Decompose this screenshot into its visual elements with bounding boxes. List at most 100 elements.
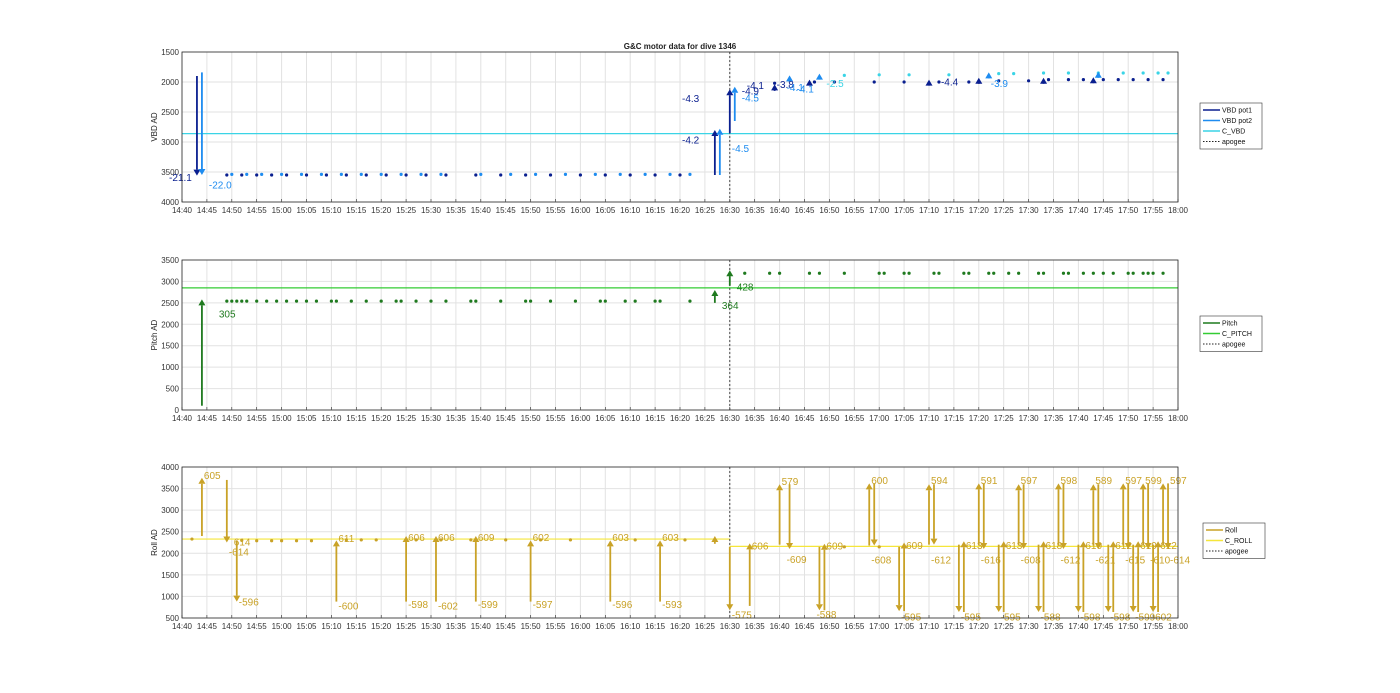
y-axis-label: VBD AD xyxy=(150,112,159,142)
data-label: -21.1 xyxy=(169,173,192,184)
legend-entry: Roll xyxy=(1225,528,1238,535)
x-tick-label: 17:00 xyxy=(869,206,890,215)
data-point xyxy=(688,172,692,176)
figure: G&C motor data for dive 1346 14:40 14:45 1… xyxy=(150,42,1266,631)
data-point xyxy=(653,299,657,303)
data-point xyxy=(593,172,597,176)
y-tick-label: 2500 xyxy=(161,108,179,117)
legend-entry: C_ROLL xyxy=(1225,538,1252,545)
data-point xyxy=(653,173,657,177)
data-point xyxy=(618,172,622,176)
x-tick-label: 15:25 xyxy=(396,414,417,423)
data-label: -614 xyxy=(229,548,249,559)
x-tick-label: 16:45 xyxy=(794,622,815,631)
legend-entry: apogee xyxy=(1222,139,1245,146)
x-tick-label: 15:45 xyxy=(496,206,517,215)
y-tick-label: 500 xyxy=(166,385,180,394)
legend-entry: VBD pot2 xyxy=(1222,118,1252,125)
legend: VBD pot1 VBD pot2 C_VBDapogee xyxy=(1199,102,1263,150)
data-point xyxy=(230,172,234,176)
data-point xyxy=(529,299,533,303)
data-label: 606 xyxy=(438,533,455,544)
data-label: -575 xyxy=(732,611,752,622)
data-point xyxy=(598,299,602,303)
data-label: -612 xyxy=(1060,555,1080,566)
data-point xyxy=(404,173,408,177)
x-tick-label: 15:15 xyxy=(346,622,367,631)
x-tick-label: 14:40 xyxy=(172,414,193,423)
data-point xyxy=(265,299,269,303)
x-tick-label: 15:10 xyxy=(321,622,342,631)
x-tick-label: 15:45 xyxy=(496,414,517,423)
x-tick-label: 14:45 xyxy=(197,414,218,423)
data-point xyxy=(304,299,309,303)
data-label: 613 xyxy=(1006,541,1023,552)
data-point xyxy=(280,539,284,543)
x-tick-label: 16:40 xyxy=(770,414,791,423)
x-tick-label: 15:40 xyxy=(471,206,492,215)
x-tick-label: 16:35 xyxy=(745,414,766,423)
data-label: 602 xyxy=(533,533,550,544)
data-point xyxy=(877,545,881,549)
x-tick-label: 17:30 xyxy=(1019,206,1040,215)
x-tick-label: 14:50 xyxy=(222,622,243,631)
y-tick-label: 0 xyxy=(175,406,180,415)
data-point xyxy=(309,539,314,543)
y-tick-label: 3500 xyxy=(161,256,179,265)
data-point xyxy=(364,299,368,303)
x-tick-label: 16:15 xyxy=(645,622,666,631)
data-point xyxy=(842,271,846,275)
x-tick-label: 16:05 xyxy=(595,414,616,423)
x-tick-label: 15:05 xyxy=(296,414,317,423)
legend: Pitch C_PITCHapogee xyxy=(1199,315,1263,352)
x-tick-label: 14:40 xyxy=(172,206,193,215)
data-point xyxy=(807,271,812,275)
legend-entry: Pitch xyxy=(1222,321,1238,328)
x-tick-label: 17:20 xyxy=(969,206,990,215)
x-tick-label: 15:35 xyxy=(446,622,467,631)
data-point xyxy=(1081,271,1085,275)
data-label: -602 xyxy=(438,601,458,612)
x-tick-label: 16:20 xyxy=(670,622,691,631)
data-point xyxy=(907,73,911,77)
data-point xyxy=(1121,71,1125,75)
x-tick-label: 16:30 xyxy=(720,206,741,215)
x-tick-label: 17:55 xyxy=(1143,414,1164,423)
x-tick-label: 16:30 xyxy=(720,622,741,631)
data-point xyxy=(877,271,881,275)
data-point xyxy=(319,172,324,176)
data-label: -608 xyxy=(1021,555,1041,566)
x-tick-label: 16:35 xyxy=(745,622,766,631)
x-tick-label: 15:55 xyxy=(545,622,566,631)
x-tick-label: 15:50 xyxy=(521,622,542,631)
data-point xyxy=(379,299,383,303)
x-tick-label: 16:00 xyxy=(570,206,591,215)
x-tick-label: 15:10 xyxy=(321,206,342,215)
data-label: -4.3 xyxy=(682,94,700,105)
data-label: -608 xyxy=(871,555,891,566)
data-point xyxy=(997,72,1001,76)
data-label: -609 xyxy=(787,555,807,566)
data-label: 609 xyxy=(906,541,923,552)
x-tick-label: 17:30 xyxy=(1019,622,1040,631)
x-tick-label: 16:00 xyxy=(570,414,591,423)
chart-panel-3: 14:40 14:45 14:50 14:55 15:00 15:05 15:10 15:15… xyxy=(150,463,1266,631)
x-tick-label: 17:10 xyxy=(919,622,940,631)
x-tick-label: 17:55 xyxy=(1143,206,1164,215)
data-point xyxy=(1116,78,1120,82)
data-point xyxy=(633,299,637,303)
data-point xyxy=(260,172,264,176)
x-tick-label: 15:30 xyxy=(421,414,442,423)
data-point xyxy=(235,299,239,303)
data-label: 597 xyxy=(1021,476,1038,487)
y-tick-label: 3000 xyxy=(161,138,179,147)
data-point xyxy=(1061,271,1066,275)
data-point xyxy=(842,545,846,549)
data-point xyxy=(623,299,627,303)
x-tick-label: 17:15 xyxy=(944,206,965,215)
y-tick-label: 1500 xyxy=(161,571,179,580)
data-point xyxy=(817,271,822,275)
x-tick-label: 14:40 xyxy=(172,622,193,631)
x-tick-label: 16:55 xyxy=(844,414,865,423)
data-point xyxy=(245,299,249,303)
